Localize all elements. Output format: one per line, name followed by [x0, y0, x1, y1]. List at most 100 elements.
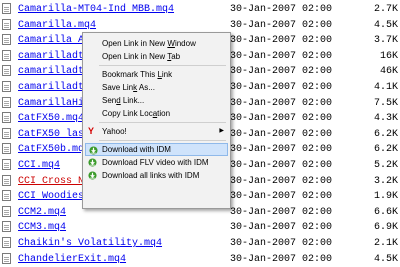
- menu-label-text: Open Link in New: [102, 39, 168, 48]
- menu-label-text: Sen: [102, 96, 117, 105]
- menu-label-text: Download FLV video with IDM: [102, 158, 209, 167]
- file-row: Camarilla.mq4 30-Jan-2007 02:00 4.5K: [0, 18, 400, 33]
- file-row: CCM3.mq4 30-Jan-2007 02:00 6.9K: [0, 220, 400, 235]
- file-date: 30-Jan-2007 02:00: [230, 191, 333, 203]
- file-size: 3.7K: [373, 35, 398, 47]
- file-link[interactable]: camarilladt: [18, 64, 84, 79]
- menu-item-label: Copy Link Location: [102, 107, 170, 120]
- file-icon: [2, 190, 11, 202]
- menu-item-download-idm[interactable]: Download with IDM: [85, 143, 228, 156]
- file-size: 7.5K: [373, 97, 398, 109]
- menu-label-text: ink: [161, 70, 173, 79]
- file-date: 30-Jan-2007 02:00: [230, 4, 333, 15]
- file-row: Camarilla-MT04-Ind MBB.mq4 30-Jan-2007 02…: [0, 2, 400, 17]
- file-date: 30-Jan-2007 02:00: [230, 82, 333, 93]
- menu-label-text: Link...: [120, 96, 145, 105]
- file-icon: [2, 159, 11, 170]
- file-icon: [2, 81, 11, 92]
- menu-item-label: Download FLV video with IDM: [102, 156, 209, 169]
- file-icon: [2, 221, 11, 233]
- menu-label-text: Download all links with IDM: [102, 171, 200, 180]
- file-size: 6.6K: [373, 206, 398, 218]
- menu-accelerator-key: W: [167, 39, 175, 48]
- file-size: 2.1K: [373, 238, 398, 249]
- file-icon: [2, 96, 11, 108]
- file-link[interactable]: CatFX50 last: [18, 127, 90, 142]
- menu-label-text: Save Lin: [102, 83, 134, 92]
- file-link[interactable]: Camarilla-MT04-Ind MBB.mq4: [18, 2, 174, 17]
- file-link[interactable]: Chaikin's Volatility.mq4: [18, 236, 162, 251]
- file-size: 2.7K: [373, 4, 398, 15]
- file-date: 30-Jan-2007 02:00: [230, 50, 333, 62]
- menu-item-yahoo[interactable]: Y Yahoo! ▶: [85, 125, 228, 138]
- menu-label-text: Open Link in New: [102, 52, 168, 61]
- file-link[interactable]: camarilladt: [18, 49, 84, 64]
- file-date: 30-Jan-2007 02:00: [230, 128, 333, 140]
- file-date: 30-Jan-2007 02:00: [230, 97, 333, 109]
- file-size: 16K: [379, 50, 398, 62]
- file-size: 46K: [379, 66, 398, 78]
- file-row: ChandelierExit.mq4 30-Jan-2007 02:00 4.5K: [0, 252, 400, 267]
- file-link[interactable]: CCM2.mq4: [18, 205, 66, 220]
- file-link[interactable]: camarilladt: [18, 80, 84, 95]
- menu-item-download-flv-idm[interactable]: Download FLV video with IDM: [85, 156, 228, 169]
- file-size: 4.5K: [373, 253, 398, 265]
- yahoo-icon: Y: [88, 126, 95, 136]
- menu-label-text: ab: [171, 52, 181, 61]
- menu-item-label: Open Link in New Window: [102, 37, 196, 50]
- file-size: 4.1K: [373, 82, 398, 93]
- file-icon: [2, 237, 11, 248]
- menu-item-bookmark-link[interactable]: Bookmark This Link: [85, 68, 228, 81]
- file-date: 30-Jan-2007 02:00: [230, 144, 333, 156]
- file-date: 30-Jan-2007 02:00: [230, 253, 333, 265]
- menu-item-open-new-window[interactable]: Open Link in New Window: [85, 37, 228, 50]
- link-context-menu: Open Link in New Window Open Link in New …: [82, 32, 231, 209]
- file-date: 30-Jan-2007 02:00: [230, 175, 333, 187]
- file-icon: [2, 174, 11, 186]
- menu-label-text: tion: [157, 109, 171, 118]
- file-link[interactable]: CamarillaHi: [18, 96, 84, 111]
- menu-label-text: indow: [174, 39, 196, 48]
- menu-label-text: Copy Link Loc: [102, 109, 153, 118]
- menu-separator: [99, 140, 226, 141]
- menu-item-save-link-as[interactable]: Save Link As...: [85, 81, 228, 94]
- file-icon: [2, 3, 11, 14]
- file-row: Chaikin's Volatility.mq4 30-Jan-2007 02:0…: [0, 236, 400, 251]
- menu-item-label: Bookmark This Link: [102, 68, 172, 81]
- menu-item-open-new-tab[interactable]: Open Link in New Tab: [85, 50, 228, 63]
- file-date: 30-Jan-2007 02:00: [230, 160, 333, 171]
- menu-item-label: Save Link As...: [102, 81, 155, 94]
- menu-item-label: Download with IDM: [102, 144, 171, 155]
- idm-icon: [89, 146, 98, 155]
- file-link[interactable]: CCI.mq4: [18, 158, 60, 173]
- file-icon: [2, 18, 11, 30]
- menu-separator: [99, 122, 226, 123]
- file-icon: [2, 143, 11, 155]
- file-link[interactable]: Camarilla.mq4: [18, 18, 96, 33]
- file-size: 4.3K: [373, 113, 398, 125]
- menu-item-download-all-idm[interactable]: Download all links with IDM: [85, 169, 228, 182]
- menu-item-copy-link-location[interactable]: Copy Link Location: [85, 107, 228, 120]
- file-link[interactable]: CCM3.mq4: [18, 220, 66, 235]
- submenu-arrow-icon: ▶: [219, 128, 224, 134]
- idm-icon: [88, 158, 97, 167]
- menu-item-send-link[interactable]: Send Link...: [85, 94, 228, 107]
- file-link[interactable]: CatFX50b.mq4: [18, 142, 90, 157]
- file-icon: [2, 252, 11, 264]
- file-icon: [2, 65, 11, 77]
- file-link[interactable]: CatFX50.mq4: [18, 111, 84, 126]
- file-size: 3.2K: [373, 175, 398, 187]
- file-link[interactable]: ChandelierExit.mq4: [18, 252, 126, 267]
- file-icon: [2, 34, 11, 46]
- menu-item-label: Download all links with IDM: [102, 169, 199, 182]
- file-date: 30-Jan-2007 02:00: [230, 113, 333, 125]
- file-size: 1.9K: [373, 191, 398, 203]
- menu-label-text: Download with IDM: [102, 145, 171, 154]
- file-size: 6.2K: [373, 144, 398, 156]
- idm-icon: [88, 171, 97, 180]
- file-icon: [2, 112, 11, 124]
- menu-separator: [99, 65, 226, 66]
- menu-label-text: Yahoo!: [102, 127, 127, 136]
- menu-label-text: Bookmark This: [102, 70, 158, 79]
- menu-item-label: Send Link...: [102, 94, 144, 107]
